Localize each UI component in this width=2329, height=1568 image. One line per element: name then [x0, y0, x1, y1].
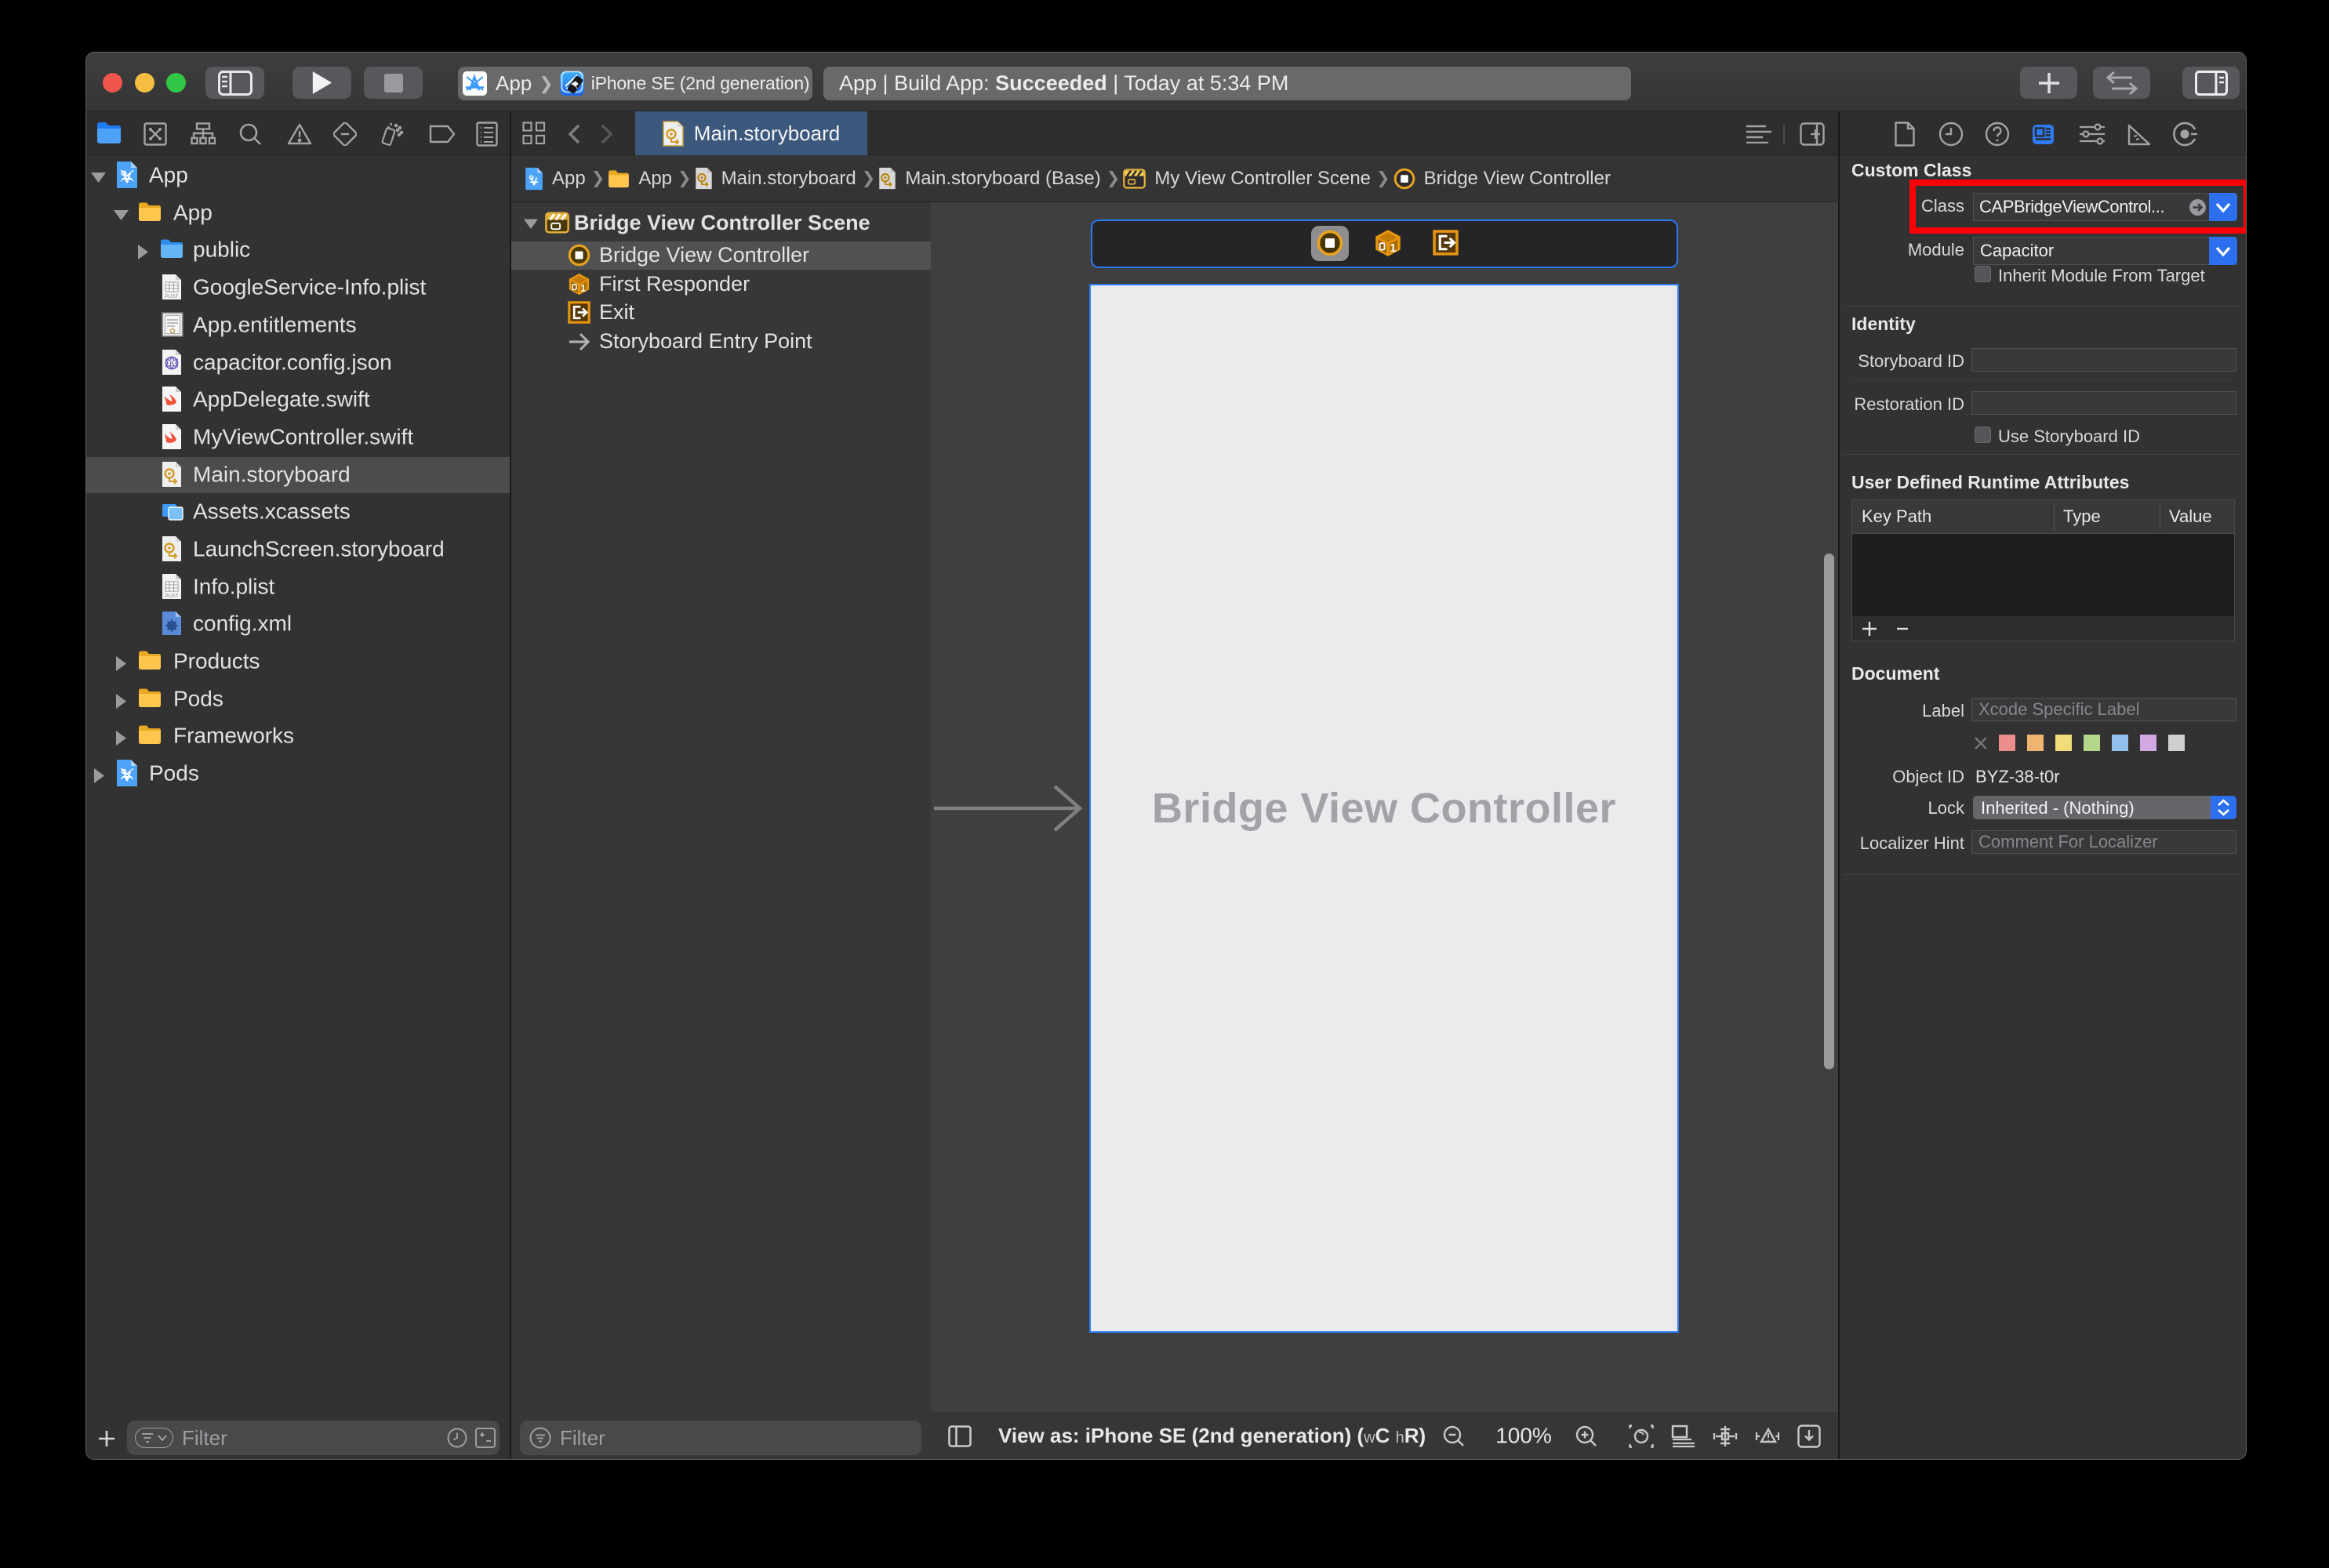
svg-text:PLIST: PLIST — [165, 295, 179, 299]
svg-text:PLIST: PLIST — [165, 594, 179, 599]
svg-text:1: 1 — [580, 283, 586, 293]
svg-text:1: 1 — [1390, 242, 1396, 255]
svg-text:B: B — [169, 360, 174, 368]
